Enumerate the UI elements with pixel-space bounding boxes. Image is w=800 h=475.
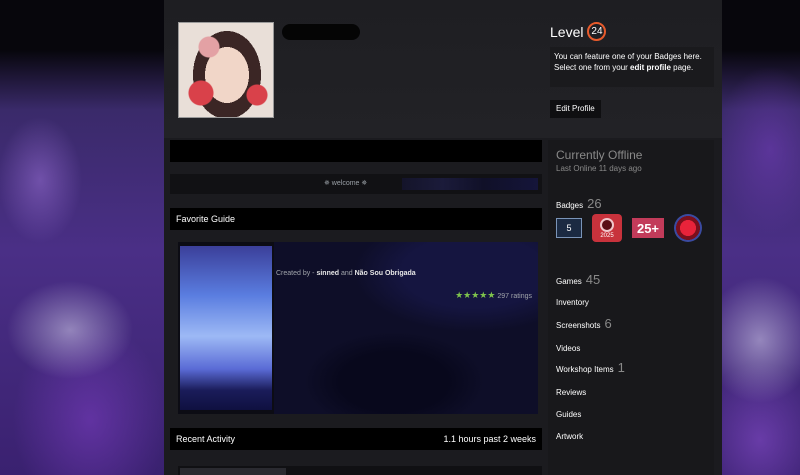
- sidebar-item-label: Reviews: [556, 388, 587, 397]
- sidebar-item-label: Videos: [556, 344, 581, 353]
- sidebar-item-reviews[interactable]: Reviews: [556, 388, 586, 397]
- sidebar-item-inventory[interactable]: Inventory: [556, 298, 589, 307]
- sidebar-item-label: Artwork: [556, 432, 584, 441]
- badges-link[interactable]: Badges 26: [556, 196, 602, 211]
- showcase-header: [170, 140, 542, 162]
- online-status: Currently Offline: [556, 148, 643, 162]
- rating-count: 297 ratings: [497, 293, 532, 300]
- edit-profile-button[interactable]: Edit Profile: [550, 100, 601, 118]
- badge-25-plus-icon[interactable]: 25+: [632, 218, 664, 238]
- level-badge[interactable]: 24: [587, 22, 607, 41]
- avatar[interactable]: [178, 22, 274, 118]
- badges-count: 26: [587, 196, 602, 211]
- sidebar-item-label: Guides: [556, 410, 582, 419]
- badge-hint-line1: You can feature one of your Badges here.: [554, 52, 702, 61]
- guide-author-link-2[interactable]: Não Sou Obrigada: [355, 270, 416, 277]
- recent-activity-hours: 1.1 hours past 2 weeks: [443, 434, 536, 444]
- sidebar-item-label: Games: [556, 277, 582, 286]
- guide-background: [274, 242, 538, 414]
- workshop-items-count: 1: [617, 360, 625, 375]
- welcome-showcase: ✵ welcome ✵: [170, 174, 542, 194]
- guide-author-link-1[interactable]: sinned: [316, 270, 339, 277]
- sidebar-item-label: Screenshots: [556, 321, 601, 330]
- sidebar-item-screenshots[interactable]: Screenshots 6: [556, 316, 612, 331]
- created-by-label: Created by -: [276, 270, 317, 277]
- recent-game-thumbnail[interactable]: [180, 468, 286, 475]
- level-label: Level: [550, 23, 584, 40]
- rating-stars-icon: ★★★★★: [455, 290, 496, 300]
- steam-logo-icon: [600, 217, 614, 232]
- favorite-guide[interactable]: Created by - sinned and Não Sou Obrigada…: [178, 242, 538, 414]
- profile-page: Level 24 You can feature one of your Bad…: [164, 0, 722, 475]
- badge-years-of-service-icon[interactable]: 5: [556, 218, 582, 238]
- profile-header: Level 24 You can feature one of your Bad…: [164, 0, 722, 138]
- screenshots-count: 6: [604, 316, 612, 331]
- sidebar-item-videos[interactable]: Videos: [556, 344, 580, 353]
- redacted-username: [282, 24, 360, 40]
- badge-hint-pre: Select one from your: [554, 63, 631, 72]
- sidebar-item-workshop-items[interactable]: Workshop Items 1: [556, 360, 625, 375]
- favorite-guide-heading: Favorite Guide: [170, 208, 542, 230]
- badges-label: Badges: [556, 201, 584, 210]
- welcome-image-strip: [402, 178, 538, 190]
- guide-rating: ★★★★★ 297 ratings: [455, 290, 532, 301]
- guide-thumbnail[interactable]: [180, 246, 272, 410]
- sidebar-item-label: Workshop Items: [556, 365, 614, 374]
- badge-steam-year: 2025: [600, 232, 614, 239]
- last-online: Last Online 11 days ago: [556, 164, 642, 173]
- and-label: and: [339, 270, 355, 277]
- badge-red-emblem-icon[interactable]: [674, 214, 702, 242]
- badge-hint-post: page.: [670, 63, 694, 72]
- recent-activity-item[interactable]: [178, 466, 542, 475]
- level-box: Level 24 You can feature one of your Bad…: [550, 22, 716, 87]
- edit-profile-link[interactable]: edit profile: [630, 63, 671, 72]
- sidebar-item-artwork[interactable]: Artwork: [556, 432, 583, 441]
- level-row: Level 24: [550, 22, 716, 41]
- sidebar-item-games[interactable]: Games 45: [556, 272, 600, 287]
- featured-badge-hint: You can feature one of your Badges here.…: [550, 47, 714, 87]
- guide-author: Created by - sinned and Não Sou Obrigada: [276, 270, 416, 277]
- right-sidebar: Currently Offline Last Online 11 days ag…: [548, 140, 714, 475]
- badge-list: 5 2025 25+: [556, 214, 702, 242]
- recent-activity-heading: Recent Activity 1.1 hours past 2 weeks: [170, 428, 542, 450]
- badge-steam-2025-icon[interactable]: 2025: [592, 214, 622, 242]
- welcome-text: ✵ welcome ✵: [324, 180, 368, 187]
- games-count: 45: [585, 272, 601, 287]
- sidebar-item-guides[interactable]: Guides: [556, 410, 581, 419]
- recent-activity-title: Recent Activity: [176, 434, 236, 444]
- sidebar-item-label: Inventory: [556, 298, 589, 307]
